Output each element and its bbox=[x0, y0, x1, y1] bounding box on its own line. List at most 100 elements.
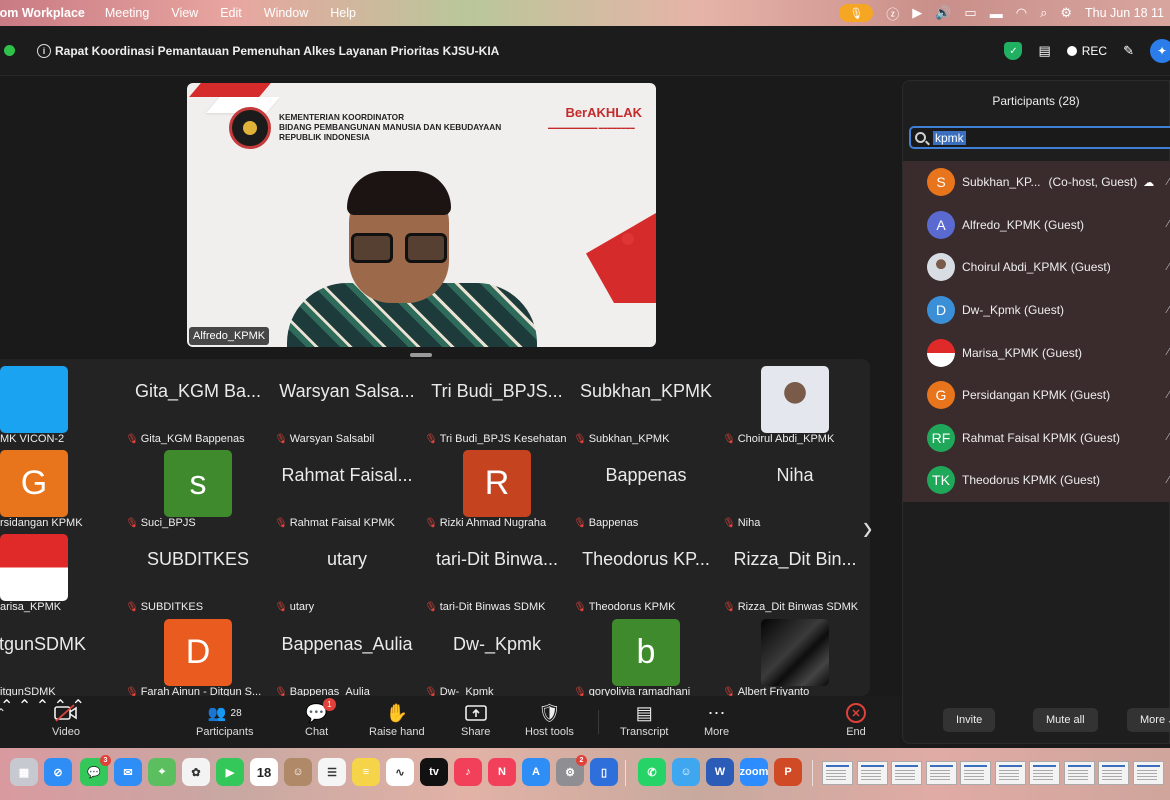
invite-button[interactable]: Invite bbox=[943, 708, 996, 732]
settings-icon[interactable]: ⚙ 2 bbox=[556, 755, 587, 786]
wifi-icon[interactable]: ◠ bbox=[1016, 5, 1027, 21]
media-play-icon[interactable]: ▶ bbox=[912, 5, 922, 21]
participants-button[interactable]: 👥 28 Participants bbox=[196, 700, 253, 738]
gallery-resize-handle[interactable] bbox=[410, 353, 432, 357]
transcript-button[interactable]: ▤ Transcript bbox=[620, 700, 669, 739]
gallery-tile[interactable]: 🎙 Choirul Abdi_KPMK bbox=[721, 361, 869, 446]
appstore-icon[interactable]: A bbox=[522, 758, 550, 786]
gallery-tile[interactable]: Tri Budi_BPJS... 🎙 Tri Budi_BPJS Kesehatan bbox=[423, 361, 571, 446]
minimized-window-thumbnail[interactable] bbox=[856, 761, 888, 785]
minimized-window-thumbnail[interactable] bbox=[1063, 761, 1095, 785]
participant-row[interactable]: A Alfredo_KPMK (Guest) ⁄ bbox=[903, 204, 1170, 247]
spotlight-search-icon[interactable]: ⌕ bbox=[1040, 5, 1047, 21]
powerpoint-icon[interactable]: P bbox=[774, 758, 802, 786]
menu-window[interactable]: Window bbox=[264, 6, 308, 20]
participant-row[interactable]: D Dw-_Kpmk (Guest) ⁄ bbox=[903, 289, 1170, 332]
gallery-tile[interactable]: Subkhan_KPMK 🎙 Subkhan_KPMK bbox=[572, 361, 720, 446]
next-page-chevron-icon[interactable]: › bbox=[863, 507, 872, 549]
gallery-tile[interactable]: Bappenas 🎙 Bappenas bbox=[572, 445, 720, 530]
minimized-window-thumbnail[interactable] bbox=[994, 761, 1026, 785]
minimized-window-thumbnail[interactable] bbox=[1098, 761, 1129, 785]
minimized-window-thumbnail[interactable] bbox=[1029, 761, 1060, 785]
share-button[interactable]: Share bbox=[461, 700, 490, 738]
gallery-tile[interactable]: arisa_KPMK bbox=[0, 529, 108, 613]
chat-button[interactable]: 💬 1 Chat bbox=[305, 698, 336, 738]
music-icon[interactable]: ♪ bbox=[454, 758, 482, 786]
appletv-icon[interactable]: tv bbox=[420, 758, 448, 786]
mail-icon[interactable]: ✉ bbox=[114, 758, 142, 786]
minimized-window-thumbnail[interactable] bbox=[891, 761, 922, 785]
contacts-icon[interactable]: ☺ bbox=[284, 758, 312, 786]
iphone-mirroring-icon[interactable]: ▯ bbox=[590, 758, 618, 786]
meeting-info-icon[interactable]: i bbox=[37, 43, 51, 58]
chevron-up-icon[interactable]: ⌃ bbox=[0, 700, 6, 726]
news-icon[interactable]: N bbox=[488, 758, 516, 786]
maps-icon[interactable]: ⌖ bbox=[148, 758, 176, 786]
ai-companion-icon[interactable]: ✦ bbox=[1150, 39, 1170, 63]
gallery-tile[interactable]: SUBDITKES 🎙 SUBDITKES bbox=[124, 529, 272, 614]
menu-meeting[interactable]: Meeting bbox=[105, 6, 149, 20]
gallery-tile[interactable]: Grsidangan KPMK bbox=[0, 445, 108, 529]
zoom-icon[interactable]: zoom bbox=[740, 758, 768, 786]
whatsapp-icon[interactable]: ✆ bbox=[638, 758, 666, 786]
gallery-tile[interactable]: R 🎙 Rizki Ahmad Nugraha bbox=[423, 445, 571, 530]
display-icon[interactable]: ▭ bbox=[964, 5, 976, 21]
annotate-pen-icon[interactable]: ✎ bbox=[1123, 43, 1134, 59]
participant-row[interactable]: S Subkhan_KP... (Co-host, Guest) ☁ ⁄ bbox=[903, 161, 1170, 204]
encryption-shield-icon[interactable]: ✓ bbox=[1004, 42, 1023, 60]
freeform-icon[interactable]: ∿ bbox=[386, 758, 414, 786]
raise-hand-button[interactable]: ✋ Raise hand bbox=[369, 700, 425, 739]
participant-row[interactable]: RF Rahmat Faisal KPMK (Guest) ⁄ bbox=[903, 417, 1170, 460]
mute-all-button[interactable]: Mute all bbox=[1033, 708, 1098, 732]
reminders-icon[interactable]: ☰ bbox=[318, 758, 346, 786]
gallery-tile[interactable]: Niha 🎙 Niha bbox=[721, 445, 869, 530]
search-value[interactable]: kpmk bbox=[933, 130, 966, 145]
gallery-tile[interactable]: Bappenas_Aulia 🎙 Bappenas_Aulia bbox=[273, 614, 421, 696]
gallery-tile[interactable]: DitgunSDMK itgunSDMK bbox=[0, 614, 108, 696]
facetime-icon[interactable]: ▶ bbox=[216, 758, 244, 786]
notes-icon[interactable]: ▤ bbox=[1038, 43, 1050, 59]
app-menu-zoom[interactable]: oom Workplace bbox=[0, 6, 85, 20]
active-speaker-video[interactable]: KEMENTERIAN KOORDINATOR BIDANG PEMBANGUN… bbox=[187, 83, 656, 347]
video-button[interactable]: Video bbox=[52, 700, 80, 738]
gallery-tile[interactable]: Rahmat Faisal... 🎙 Rahmat Faisal KPMK bbox=[273, 445, 421, 530]
gallery-tile[interactable]: b 🎙 qoryolivia ramadhani bbox=[572, 614, 720, 696]
notes-icon[interactable]: ≡ bbox=[352, 758, 380, 786]
host-tools-button[interactable]: 🛡 Host tools bbox=[525, 700, 574, 739]
more-button[interactable]: ⋯ More bbox=[704, 700, 729, 739]
end-button[interactable]: ✕ End bbox=[846, 700, 866, 738]
volume-icon[interactable]: 🔊 bbox=[935, 5, 951, 21]
gallery-tile[interactable]: Warsyan Salsa... 🎙 Warsyan Salsabil bbox=[273, 361, 421, 446]
participant-row[interactable]: Choirul Abdi_KPMK (Guest) ⁄ bbox=[903, 246, 1170, 289]
minimized-window-thumbnail[interactable] bbox=[925, 761, 957, 785]
battery-icon[interactable]: ▬ bbox=[990, 6, 1003, 21]
minimized-window-thumbnail[interactable] bbox=[822, 761, 853, 785]
gallery-tile[interactable]: s 🎙 Suci_BPJS bbox=[124, 445, 272, 530]
minimized-window-thumbnail[interactable] bbox=[1132, 761, 1164, 785]
mic-in-use-icon[interactable]: 🎙 bbox=[839, 4, 874, 22]
gallery-tile[interactable]: Theodorus KP... 🎙 Theodorus KPMK bbox=[572, 529, 720, 614]
gallery-tile[interactable]: Gita_KGM Ba... 🎙 Gita_KGM Bappenas bbox=[124, 361, 272, 446]
word-icon[interactable]: W bbox=[706, 758, 734, 786]
menu-view[interactable]: View bbox=[171, 6, 198, 20]
unmute-button[interactable]: ⌃ bbox=[0, 700, 6, 726]
participant-row[interactable]: G Persidangan KPMK (Guest) ⁄ bbox=[903, 374, 1170, 417]
gallery-tile[interactable]: MK VICON-2 bbox=[0, 361, 108, 445]
gallery-tile[interactable]: Rizza_Dit Bin... 🎙 Rizza_Dit Binwas SDMK bbox=[721, 529, 869, 614]
participants-search-input[interactable]: kpmk bbox=[909, 126, 1170, 149]
zoom-tray-icon[interactable]: ⓩ bbox=[886, 4, 899, 23]
minimized-window-thumbnail[interactable] bbox=[960, 761, 991, 785]
participants-options-chevron-icon[interactable]: ⌃ bbox=[18, 698, 31, 715]
menu-help[interactable]: Help bbox=[330, 6, 356, 20]
messages-icon[interactable]: 💬 3 bbox=[80, 755, 111, 786]
gallery-tile[interactable]: Dw-_Kpmk 🎙 Dw-_Kpmk bbox=[423, 614, 571, 696]
finder-icon[interactable]: ☺ bbox=[672, 758, 700, 786]
calendar-icon[interactable]: 18 bbox=[250, 758, 278, 786]
participant-row[interactable]: TK Theodorus KPMK (Guest) ⁄ bbox=[903, 459, 1170, 502]
photos-icon[interactable]: ✿ bbox=[182, 758, 210, 786]
gallery-tile[interactable]: 🎙 Albert Friyanto bbox=[721, 614, 869, 696]
chat-options-chevron-icon[interactable]: ⌃ bbox=[36, 698, 49, 715]
recording-indicator[interactable]: REC bbox=[1066, 44, 1107, 58]
menu-clock[interactable]: Thu Jun 18 11 bbox=[1085, 6, 1164, 20]
gallery-tile[interactable]: tari-Dit Binwa... 🎙 tari-Dit Binwas SDMK bbox=[423, 529, 571, 614]
